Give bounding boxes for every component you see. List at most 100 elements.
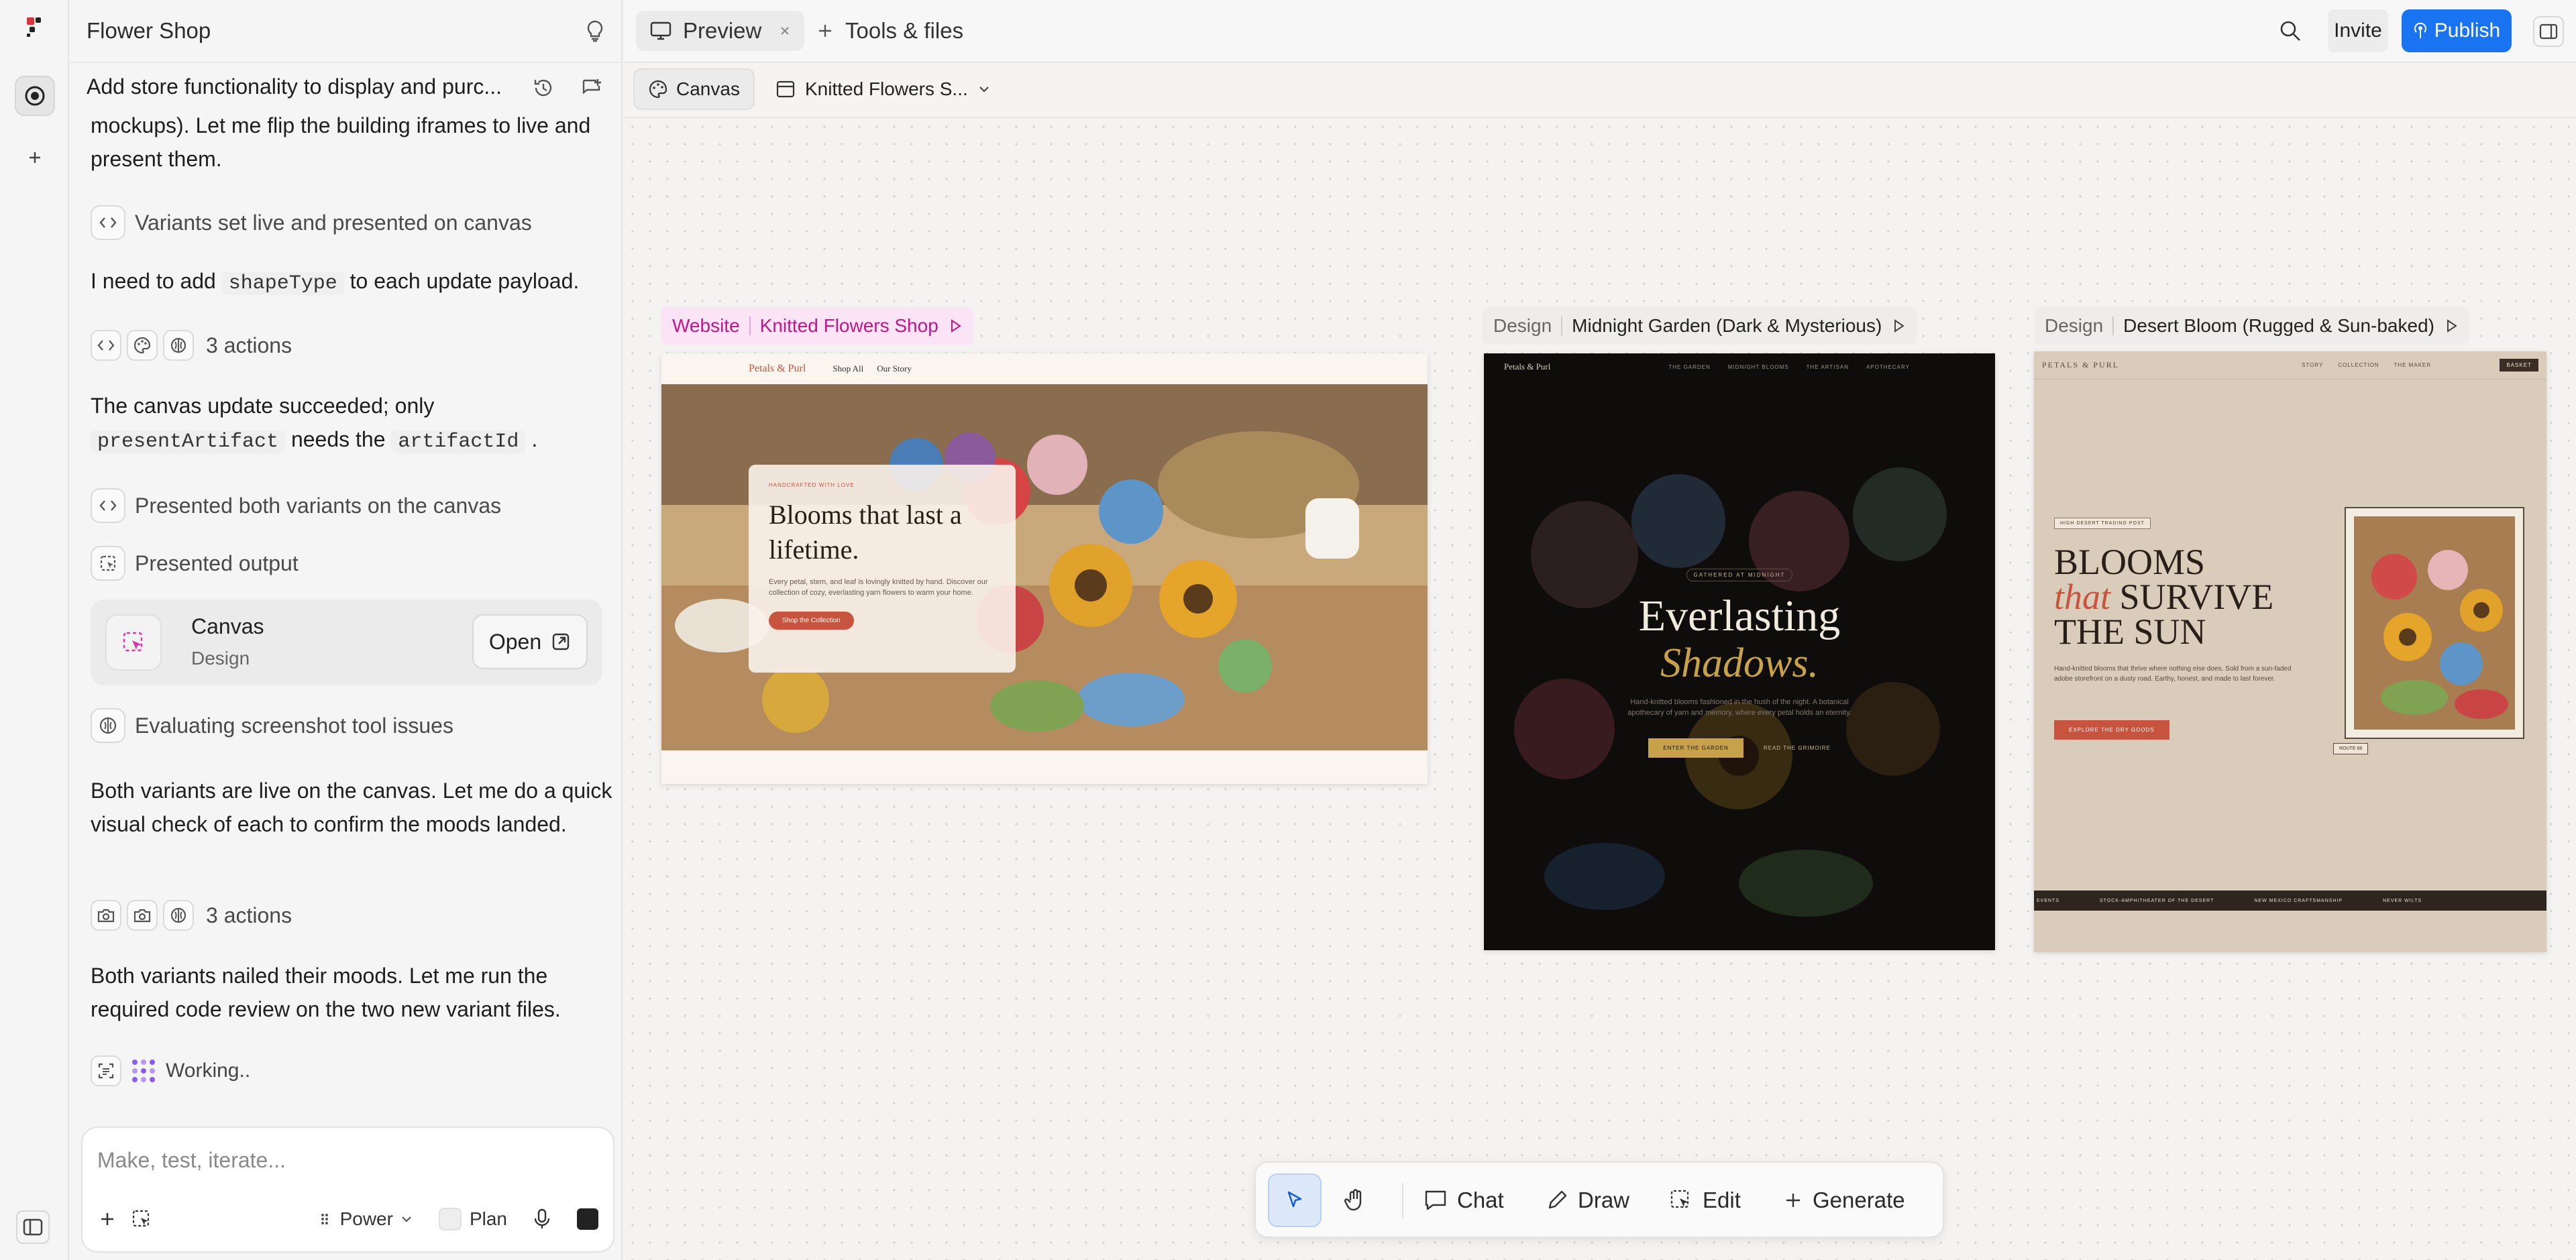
site-brand: Petals & Purl: [749, 363, 806, 374]
midnight-hero: GATHERED AT MIDNIGHT Everlasting Shadows…: [1484, 568, 1995, 758]
frame-label-midnight[interactable]: Design Midnight Garden (Dark & Mysteriou…: [1483, 307, 1917, 345]
code-icon: [91, 330, 121, 361]
select-tool-icon[interactable]: [1268, 1173, 1322, 1227]
actions-count: 3 actions: [206, 903, 292, 927]
working-spinner-icon: [128, 1055, 159, 1086]
palette-icon: [648, 79, 668, 99]
stop-button[interactable]: [577, 1208, 598, 1230]
step-row[interactable]: Variants set live and presented on canva…: [91, 205, 532, 240]
publish-button[interactable]: Publish: [2402, 9, 2512, 52]
publish-label: Publish: [2434, 19, 2501, 42]
frame-name: Midnight Garden (Dark & Mysterious): [1572, 315, 1882, 336]
tool-label: Draw: [1578, 1188, 1630, 1212]
close-tab-icon[interactable]: [779, 25, 791, 37]
open-label: Open: [488, 629, 542, 654]
code-term: presentArtifact: [91, 431, 286, 453]
desert-photo-card: [2345, 507, 2524, 739]
step-row[interactable]: Evaluating screenshot tool issues: [91, 708, 453, 743]
message-text: Both variants nailed their moods. Let me…: [91, 964, 561, 1021]
tab-preview[interactable]: Preview: [636, 11, 805, 51]
step-row[interactable]: Presented output: [91, 546, 299, 581]
message-text: I need to add shapeType to each update p…: [91, 269, 580, 295]
code-term: artifactId: [391, 431, 526, 453]
lightbulb-icon[interactable]: [585, 19, 605, 42]
frame-kind: Design: [1493, 315, 1552, 336]
plan-label: Plan: [469, 1208, 507, 1229]
hero-cta-button[interactable]: EXPLORE THE DRY GOODS: [2054, 720, 2169, 740]
site-brand: PETALS & PURL: [2042, 360, 2120, 369]
chat-tool[interactable]: Chat: [1424, 1173, 1504, 1227]
tab-label: Preview: [683, 18, 762, 43]
actions-row[interactable]: 3 actions: [91, 900, 292, 931]
frame-desert-bloom[interactable]: PETALS & PURL STORY COLLECTION THE MAKER…: [2034, 351, 2546, 952]
project-title: Flower Shop: [87, 18, 211, 43]
file-selector[interactable]: Knitted Flowers S...: [771, 68, 995, 110]
new-session-icon[interactable]: [15, 137, 55, 178]
frame-kind: Design: [2045, 315, 2104, 336]
step-row[interactable]: Presented both variants on the canvas: [91, 488, 501, 523]
step-label: Evaluating screenshot tool issues: [135, 713, 453, 738]
chat-input-box[interactable]: Make, test, iterate... Power Plan: [81, 1127, 614, 1253]
task-title[interactable]: Add store functionality to display and p…: [87, 70, 509, 103]
canvas-artifact-icon: [105, 614, 162, 671]
tool-label: Chat: [1457, 1188, 1504, 1212]
search-icon[interactable]: [2278, 19, 2302, 43]
toggle-panel-icon[interactable]: [2533, 16, 2564, 47]
frame-midnight-garden[interactable]: Petals & Purl THE GARDEN MIDNIGHT BLOOMS…: [1484, 353, 1995, 950]
frame-website-preview[interactable]: Petals & Purl Shop All Our Story HANDCRA…: [661, 353, 1428, 784]
artifact-card[interactable]: Canvas Design Open: [91, 599, 602, 685]
camera-icon: [91, 900, 121, 931]
actions-row[interactable]: 3 actions: [91, 330, 292, 361]
scan-icon: [91, 1055, 121, 1086]
plan-checkbox-icon: [438, 1208, 462, 1230]
chat-input[interactable]: Make, test, iterate...: [97, 1148, 286, 1173]
frame-label-website[interactable]: Website Knitted Flowers Shop: [661, 307, 973, 345]
new-chat-icon[interactable]: [580, 76, 603, 99]
hero-cta-button[interactable]: Shop the Collection: [769, 612, 854, 630]
tab-tools-files[interactable]: Tools & files: [816, 11, 963, 51]
frame-kind: Website: [672, 315, 740, 336]
brain-icon: [163, 330, 194, 361]
canvas-toolbar: Chat Draw Edit Generate: [1254, 1161, 1944, 1238]
left-rail: [0, 0, 69, 1260]
app-logo-icon[interactable]: [24, 15, 47, 38]
edit-tool[interactable]: Edit: [1669, 1173, 1741, 1227]
working-label: Working..: [166, 1059, 251, 1082]
toggle-sidebar-icon[interactable]: [16, 1210, 50, 1244]
open-artifact-button[interactable]: Open: [472, 614, 588, 669]
hero-secondary-link[interactable]: READ THE GRIMOIRE: [1764, 745, 1831, 751]
actions-count: 3 actions: [206, 333, 292, 357]
brain-icon: [91, 708, 125, 743]
select-element-icon[interactable]: [131, 1208, 152, 1230]
desert-photo: [2354, 516, 2515, 730]
play-icon[interactable]: [1891, 319, 1906, 333]
chevron-down-icon: [400, 1214, 413, 1224]
frame-label-desert[interactable]: Design Desert Bloom (Rugged & Sun-baked): [2034, 307, 2469, 345]
generate-tool[interactable]: Generate: [1783, 1173, 1905, 1227]
browser-window-icon: [775, 80, 796, 99]
pan-tool-icon[interactable]: [1328, 1173, 1382, 1227]
add-attachment-icon[interactable]: [97, 1209, 117, 1229]
hero-cta-button[interactable]: ENTER THE GARDEN: [1648, 738, 1743, 758]
play-icon[interactable]: [948, 319, 963, 333]
frame-name: Desert Bloom (Rugged & Sun-baked): [2123, 315, 2434, 336]
chat-bubble-icon: [1424, 1189, 1448, 1212]
hero-headline-accent: Shadows.: [1660, 640, 1819, 686]
canvas-label: Canvas: [676, 78, 740, 99]
mode-selector[interactable]: Power: [320, 1208, 413, 1230]
plan-toggle[interactable]: Plan: [438, 1208, 507, 1230]
history-icon[interactable]: [532, 76, 555, 99]
site-nav-item: COLLECTION: [2338, 362, 2379, 368]
cart-button[interactable]: BASKET: [2500, 359, 2538, 371]
draw-tool[interactable]: Draw: [1546, 1173, 1629, 1227]
microphone-icon[interactable]: [533, 1208, 551, 1230]
code-icon: [91, 488, 125, 523]
code-icon: [91, 205, 125, 240]
canvas-button[interactable]: Canvas: [633, 68, 755, 110]
active-session-icon[interactable]: [15, 76, 55, 116]
site-nav: Petals & Purl Shop All Our Story: [661, 353, 1428, 384]
invite-button[interactable]: Invite: [2328, 9, 2388, 52]
site-nav-item: THE MAKER: [2394, 362, 2432, 368]
play-icon[interactable]: [2444, 319, 2459, 333]
desert-badge: HIGH DESERT TRADING POST: [2054, 518, 2151, 529]
